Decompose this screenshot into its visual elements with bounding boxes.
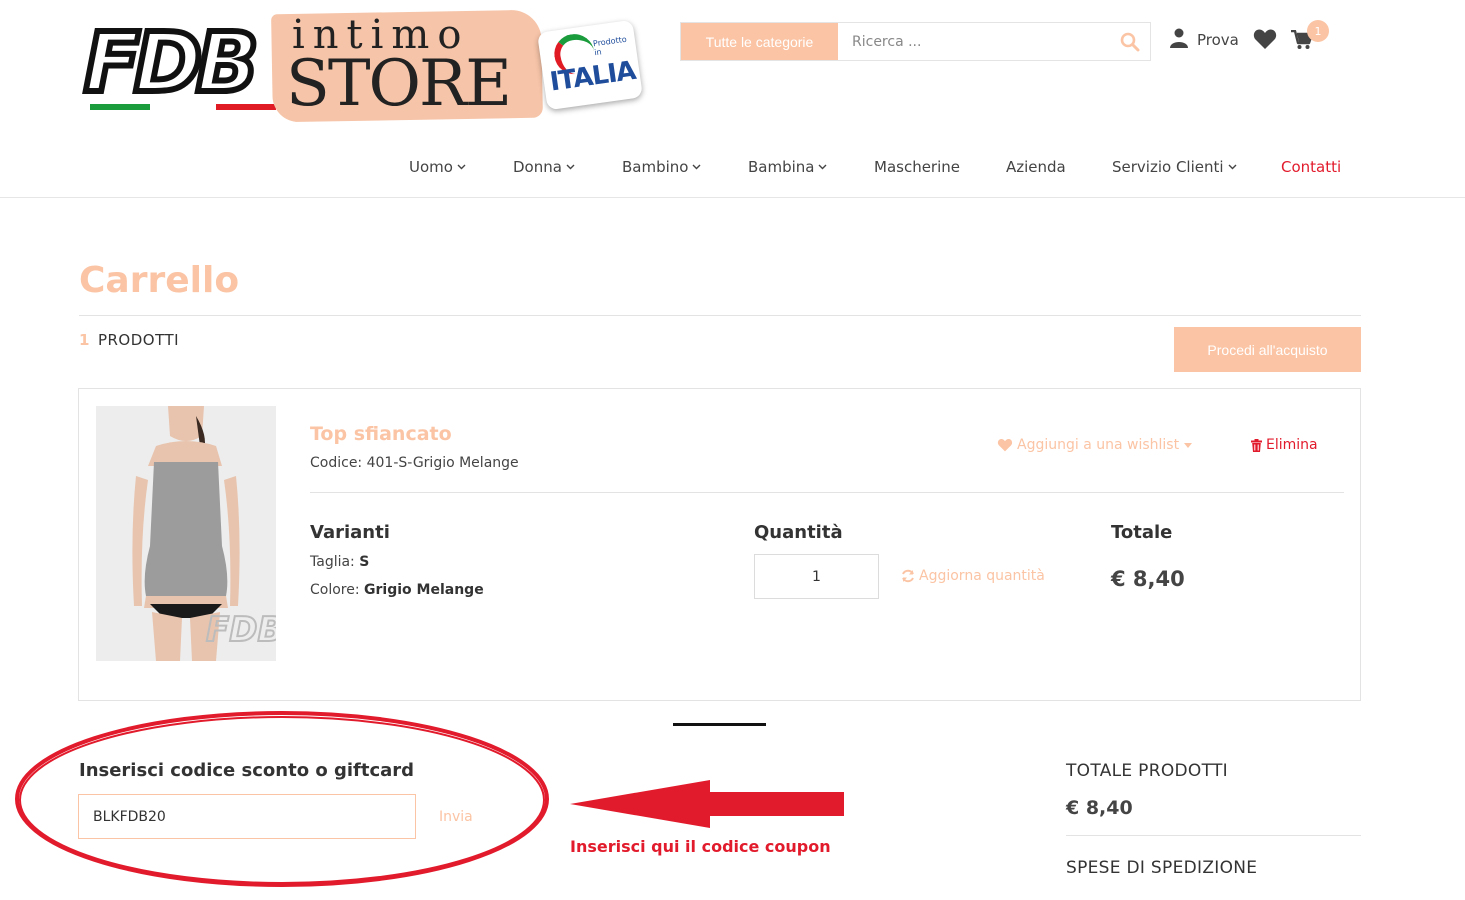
page-title: Carrello [79,260,240,301]
annotation-ellipse [15,711,549,887]
chevron-down-icon [457,164,466,170]
logo-word-store: STORE [286,47,512,121]
search-bar: Tutte le categorie [680,22,1151,61]
product-count-number: 1 [79,331,90,349]
flag-green-bar [90,104,150,110]
color-value: Grigio Melange [364,582,484,598]
chevron-down-icon [566,164,575,170]
delete-label: Elimina [1266,437,1318,453]
total-products-label: TOTALE PRODOTTI [1066,761,1228,781]
product-name-link[interactable]: Top sfiancato [310,423,452,445]
user-icon [1170,28,1188,52]
heart-icon [997,438,1013,452]
wishlist-heart-icon[interactable] [1253,28,1277,54]
summary-divider [1066,835,1361,836]
delete-item-link[interactable]: Elimina [1251,437,1318,453]
nav-item-contatti[interactable]: Contatti [1281,158,1341,176]
color-row: Colore: Grigio Melange [310,582,484,598]
annotation-arrow-icon [570,780,844,828]
nav-item-uomo[interactable]: Uomo [409,158,466,176]
nav-item-mascherine[interactable]: Mascherine [874,158,960,176]
add-to-wishlist-link[interactable]: Aggiungi a una wishlist [997,437,1193,453]
fdb-letters: FDB [81,13,262,114]
nav-label: Donna [513,158,562,176]
nav-item-bambino[interactable]: Bambino [622,158,701,176]
chevron-down-icon [818,164,827,170]
product-watermark: FDB [206,610,276,650]
cart-item: FDB Top sfiancato Codice: 401-S-Grigio M… [78,388,1361,701]
search-icon[interactable] [1110,23,1150,60]
badge-small-text: Prodotto in [592,34,628,58]
nav-label: Bambino [622,158,689,176]
cart-count-badge: 1 [1307,20,1329,42]
flag-red-bar [216,104,276,110]
size-label: Taglia: [310,554,355,570]
search-input[interactable] [838,23,1110,60]
nav-label: Mascherine [874,158,961,176]
nav-item-azienda[interactable]: Azienda [1006,158,1066,176]
nav-label: Servizio Clienti [1112,158,1224,176]
quantity-heading: Quantità [754,522,843,543]
product-count: 1 PRODOTTI [79,331,179,349]
header-divider [0,197,1465,198]
title-divider [79,315,1361,316]
chevron-down-icon [1228,164,1237,170]
caret-down-icon [1184,442,1193,448]
nav-label: Bambina [748,158,815,176]
nav-label: Uomo [409,158,453,176]
main-navigation: Uomo Donna Bambino Bambina Mascherine Az… [0,150,1465,186]
product-count-label: PRODOTTI [97,331,180,349]
chevron-down-icon [692,164,701,170]
update-quantity-label: Aggiorna quantità [919,568,1045,584]
annotation-text: Inserisci qui il codice coupon [570,837,831,856]
trash-icon [1251,438,1262,452]
wishlist-label: Aggiungi a una wishlist [1017,437,1180,453]
nav-item-servizio-clienti[interactable]: Servizio Clienti [1112,158,1237,176]
fdb-logo-mark: FDB [81,13,284,114]
nav-item-bambina[interactable]: Bambina [748,158,827,176]
color-label: Colore: [310,582,360,598]
product-photo: FDB [96,406,276,661]
size-row: Taglia: S [310,554,369,570]
shipping-label: SPESE DI SPEDIZIONE [1066,858,1258,878]
section-divider [673,723,766,726]
nav-label: Azienda [1006,158,1066,176]
size-value: S [359,554,370,570]
total-heading: Totale [1111,522,1173,543]
item-total-price: € 8,40 [1111,567,1185,591]
account-link[interactable]: Prova [1170,28,1239,52]
product-image[interactable]: FDB [96,406,276,661]
made-in-italy-badge: Prodotto in ITALIA [537,19,643,111]
total-products-value: € 8,40 [1066,797,1133,819]
categories-button[interactable]: Tutte le categorie [681,23,838,60]
quantity-input[interactable] [754,554,879,599]
user-name: Prova [1197,31,1239,49]
store-logo[interactable]: FDB intimo STORE Prodotto in ITALIA [80,9,643,123]
nav-label: Contatti [1281,158,1342,176]
variants-heading: Varianti [310,522,390,543]
update-quantity-link[interactable]: Aggiorna quantità [901,568,1045,584]
checkout-button[interactable]: Procedi all'acquisto [1174,327,1361,372]
product-code: Codice: 401-S-Grigio Melange [310,455,519,471]
nav-item-donna[interactable]: Donna [513,158,575,176]
refresh-icon [902,569,914,583]
item-divider [310,492,1344,493]
